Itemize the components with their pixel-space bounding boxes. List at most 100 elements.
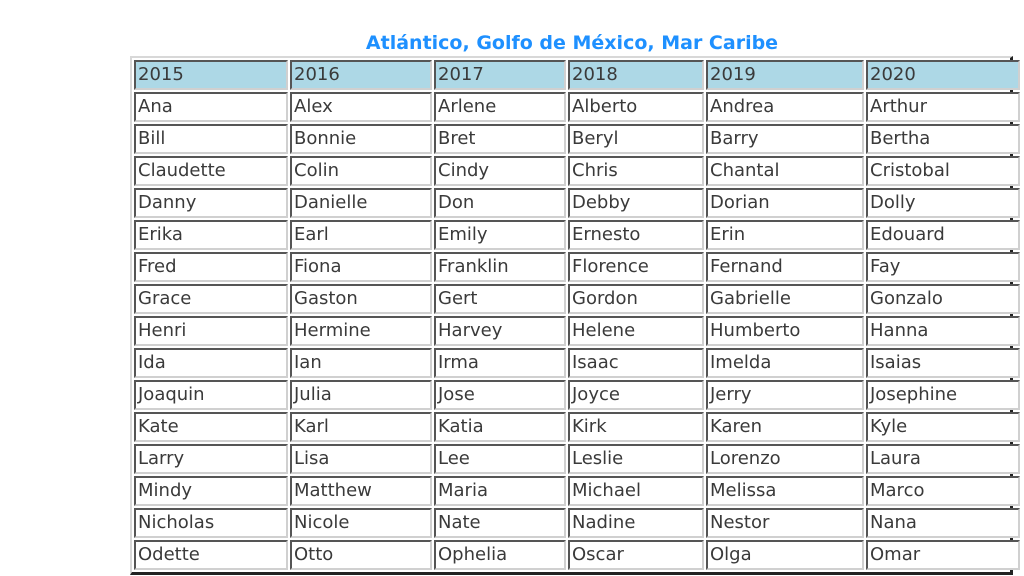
hurricane-name-cell: Isaias: [866, 348, 1020, 378]
hurricane-name-cell: Michael: [568, 476, 704, 506]
hurricane-name-cell: Isaac: [568, 348, 704, 378]
column-header-year: 2018: [568, 60, 704, 90]
hurricane-name-cell: Ernesto: [568, 220, 704, 250]
table-row: Claudette Colin Cindy Chris Chantal Cristobal: [134, 156, 1020, 186]
hurricane-name-cell: Fay: [866, 252, 1020, 282]
hurricane-name-cell: Edouard: [866, 220, 1020, 250]
hurricane-name-cell: Gonzalo: [866, 284, 1020, 314]
hurricane-name-cell: Larry: [134, 444, 288, 474]
hurricane-name-cell: Ida: [134, 348, 288, 378]
table-row: Erika Earl Emily Ernesto Erin Edouard: [134, 220, 1020, 250]
hurricane-name-cell: Jose: [434, 380, 566, 410]
hurricane-name-cell: Dolly: [866, 188, 1020, 218]
hurricane-name-cell: Danielle: [290, 188, 432, 218]
table-caption: Atlántico, Golfo de México, Mar Caribe: [365, 32, 779, 54]
hurricane-name-cell: Fiona: [290, 252, 432, 282]
table-row: Ana Alex Arlene Alberto Andrea Arthur: [134, 92, 1020, 122]
hurricane-name-cell: Henri: [134, 316, 288, 346]
table-row: Odette Otto Ophelia Oscar Olga Omar: [134, 540, 1020, 570]
table-row: Larry Lisa Lee Leslie Lorenzo Laura: [134, 444, 1020, 474]
hurricane-name-cell: Karen: [706, 412, 864, 442]
column-header-year: 2019: [706, 60, 864, 90]
hurricane-name-cell: Oscar: [568, 540, 704, 570]
hurricane-name-cell: Andrea: [706, 92, 864, 122]
hurricane-name-cell: Hanna: [866, 316, 1020, 346]
hurricane-name-cell: Colin: [290, 156, 432, 186]
hurricane-name-cell: Nestor: [706, 508, 864, 538]
column-header-year: 2015: [134, 60, 288, 90]
hurricane-name-cell: Bill: [134, 124, 288, 154]
table-body: Ana Alex Arlene Alberto Andrea Arthur Bill Bonn…: [134, 92, 1020, 570]
table-row: Henri Hermine Harvey Helene Humberto Hanna: [134, 316, 1020, 346]
hurricane-name-cell: Humberto: [706, 316, 864, 346]
hurricane-name-cell: Matthew: [290, 476, 432, 506]
table-row: Kate Karl Katia Kirk Karen Kyle: [134, 412, 1020, 442]
table-row: Fred Fiona Franklin Florence Fernand Fay: [134, 252, 1020, 282]
hurricane-name-cell: Gert: [434, 284, 566, 314]
hurricane-name-cell: Erin: [706, 220, 864, 250]
hurricane-name-cell: Don: [434, 188, 566, 218]
hurricane-name-cell: Kate: [134, 412, 288, 442]
hurricane-name-cell: Laura: [866, 444, 1020, 474]
hurricane-name-cell: Alex: [290, 92, 432, 122]
hurricane-name-cell: Ana: [134, 92, 288, 122]
hurricane-name-cell: Ophelia: [434, 540, 566, 570]
hurricane-name-cell: Otto: [290, 540, 432, 570]
hurricane-name-cell: Lee: [434, 444, 566, 474]
hurricane-name-cell: Cristobal: [866, 156, 1020, 186]
hurricane-name-cell: Leslie: [568, 444, 704, 474]
hurricane-name-cell: Hermine: [290, 316, 432, 346]
hurricane-name-cell: Florence: [568, 252, 704, 282]
cut-off-text-above: [30, 0, 970, 4]
hurricane-name-cell: Arthur: [866, 92, 1020, 122]
hurricane-name-cell: Bertha: [866, 124, 1020, 154]
hurricane-name-cell: Erika: [134, 220, 288, 250]
hurricane-name-cell: Joyce: [568, 380, 704, 410]
hurricane-name-cell: Karl: [290, 412, 432, 442]
hurricane-name-cell: Julia: [290, 380, 432, 410]
table-row: Nicholas Nicole Nate Nadine Nestor Nana: [134, 508, 1020, 538]
hurricane-name-cell: Emily: [434, 220, 566, 250]
hurricane-name-cell: Bonnie: [290, 124, 432, 154]
hurricane-name-cell: Beryl: [568, 124, 704, 154]
hurricane-name-cell: Imelda: [706, 348, 864, 378]
hurricane-name-cell: Gaston: [290, 284, 432, 314]
hurricane-name-cell: Nadine: [568, 508, 704, 538]
hurricane-name-cell: Maria: [434, 476, 566, 506]
hurricane-name-cell: Bret: [434, 124, 566, 154]
hurricane-names-table: 2015 2016 2017 2018 2019 2020 Ana Alex Arlene Al…: [130, 56, 1020, 575]
hurricane-name-cell: Dorian: [706, 188, 864, 218]
hurricane-name-cell: Ian: [290, 348, 432, 378]
hurricane-name-cell: Gabrielle: [706, 284, 864, 314]
hurricane-name-cell: Helene: [568, 316, 704, 346]
hurricane-name-cell: Cindy: [434, 156, 566, 186]
hurricane-name-cell: Jerry: [706, 380, 864, 410]
hurricane-name-cell: Nicole: [290, 508, 432, 538]
hurricane-name-cell: Chantal: [706, 156, 864, 186]
hurricane-name-cell: Fernand: [706, 252, 864, 282]
hurricane-name-cell: Chris: [568, 156, 704, 186]
hurricane-name-cell: Earl: [290, 220, 432, 250]
hurricane-name-cell: Odette: [134, 540, 288, 570]
hurricane-name-cell: Lorenzo: [706, 444, 864, 474]
hurricane-name-cell: Nana: [866, 508, 1020, 538]
column-header-year: 2020: [866, 60, 1020, 90]
table-row: Danny Danielle Don Debby Dorian Dolly: [134, 188, 1020, 218]
hurricane-name-cell: Katia: [434, 412, 566, 442]
hurricane-name-cell: Melissa: [706, 476, 864, 506]
hurricane-name-cell: Irma: [434, 348, 566, 378]
table-row: Mindy Matthew Maria Michael Melissa Marco: [134, 476, 1020, 506]
hurricane-name-cell: Alberto: [568, 92, 704, 122]
hurricane-name-cell: Olga: [706, 540, 864, 570]
table-row: Ida Ian Irma Isaac Imelda Isaias: [134, 348, 1020, 378]
table-row: Grace Gaston Gert Gordon Gabrielle Gonzalo: [134, 284, 1020, 314]
hurricane-name-cell: Franklin: [434, 252, 566, 282]
table-row: Joaquin Julia Jose Joyce Jerry Josephine: [134, 380, 1020, 410]
table-row: Bill Bonnie Bret Beryl Barry Bertha: [134, 124, 1020, 154]
hurricane-name-cell: Lisa: [290, 444, 432, 474]
hurricane-name-cell: Mindy: [134, 476, 288, 506]
hurricane-name-cell: Arlene: [434, 92, 566, 122]
hurricane-name-cell: Joaquin: [134, 380, 288, 410]
hurricane-name-cell: Gordon: [568, 284, 704, 314]
hurricane-name-cell: Kirk: [568, 412, 704, 442]
